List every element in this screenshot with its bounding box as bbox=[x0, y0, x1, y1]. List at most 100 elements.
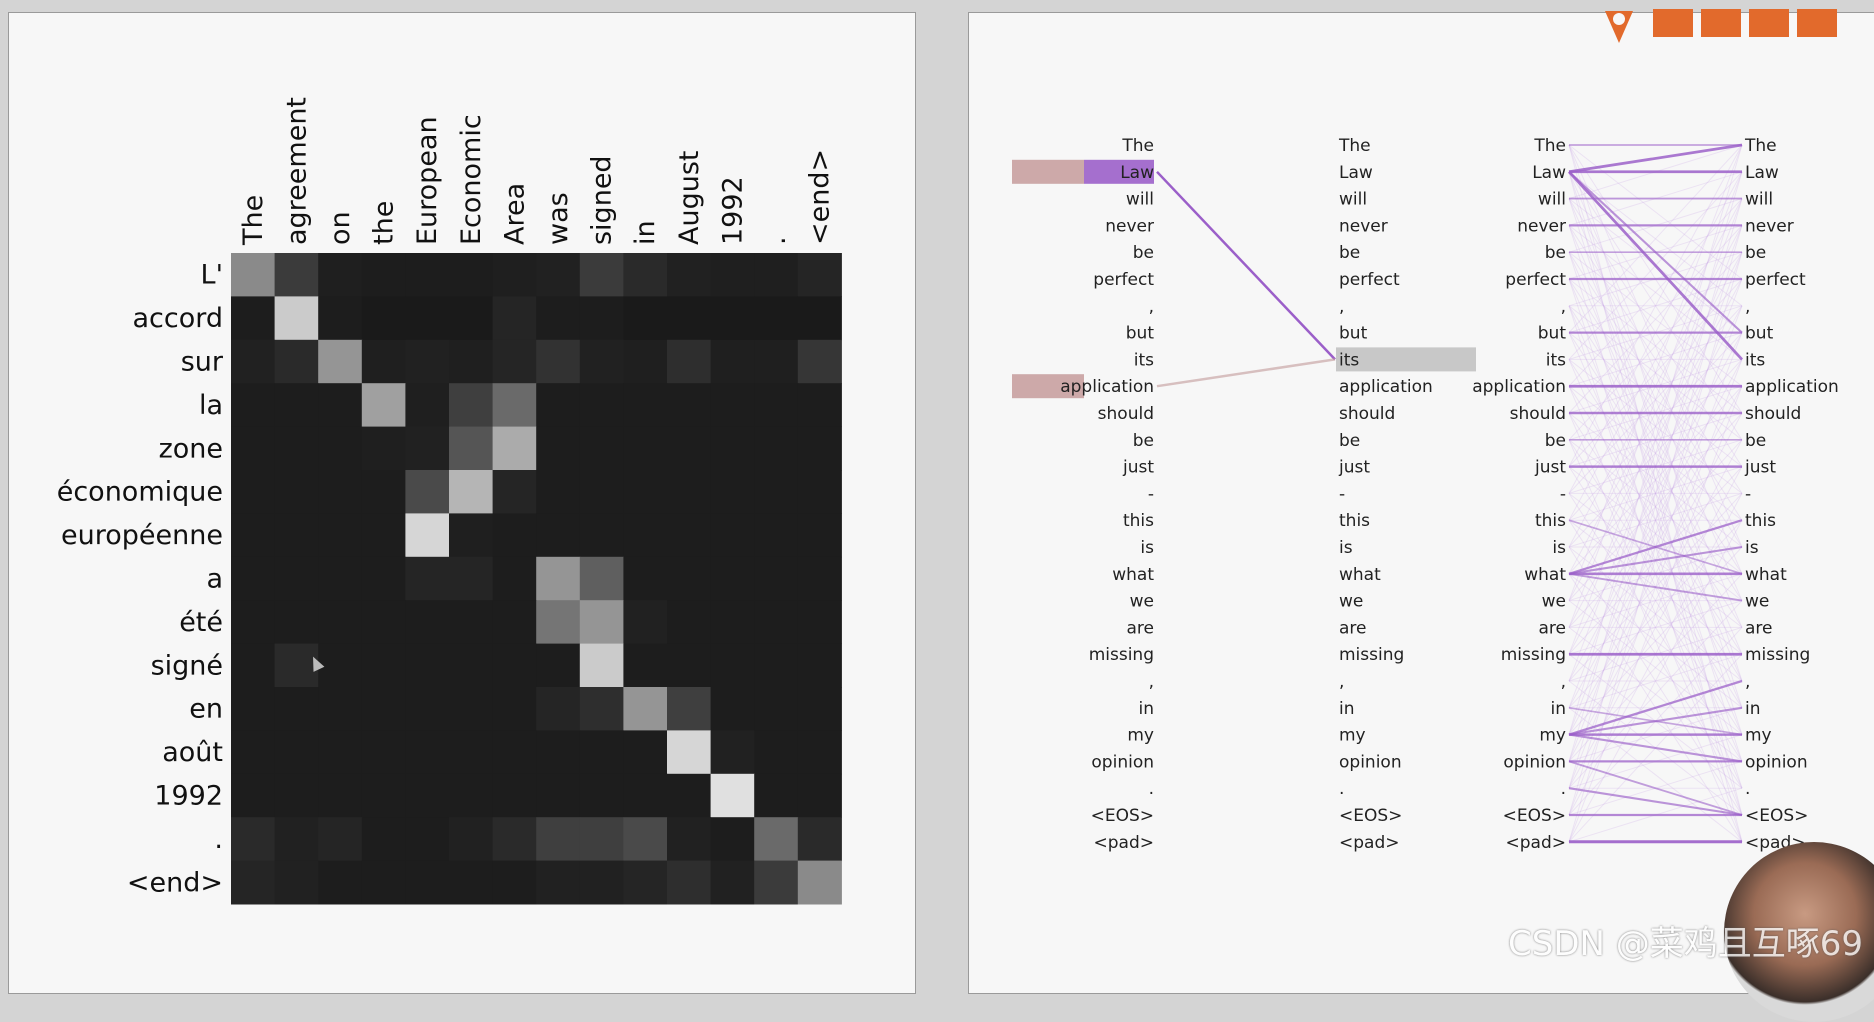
heatmap-cell bbox=[449, 383, 494, 428]
token-col1: be bbox=[1133, 431, 1154, 451]
heatmap-cell bbox=[318, 860, 363, 905]
heatmap-x-label: The bbox=[238, 195, 269, 246]
heatmap-x-label: was bbox=[543, 192, 574, 245]
heatmap-cell bbox=[231, 339, 276, 384]
heatmap-cell bbox=[318, 426, 363, 471]
token-col3: <pad> bbox=[1506, 833, 1567, 853]
token-col4: just bbox=[1744, 458, 1776, 478]
heatmap-y-label: en bbox=[189, 694, 223, 725]
token-col4: , bbox=[1745, 297, 1750, 317]
token-col1: <EOS> bbox=[1091, 806, 1154, 826]
token-col3: but bbox=[1538, 324, 1567, 344]
heatmap-cell bbox=[405, 470, 450, 514]
token-col4: never bbox=[1745, 216, 1794, 236]
heatmap-x-label: in bbox=[630, 220, 661, 245]
token-col4: this bbox=[1745, 511, 1776, 531]
heatmap-cell bbox=[231, 730, 276, 775]
token-col2: - bbox=[1339, 484, 1345, 504]
heatmap-cell bbox=[579, 687, 624, 731]
heatmap-cell bbox=[361, 383, 406, 428]
token-col1: . bbox=[1149, 779, 1154, 799]
token-col2: perfect bbox=[1339, 270, 1400, 290]
heatmap-cell bbox=[318, 600, 363, 645]
heatmap-y-label: a bbox=[206, 564, 223, 595]
heatmap-y-label: <end> bbox=[127, 867, 223, 898]
heatmap-cell bbox=[405, 730, 450, 775]
token-col3: be bbox=[1545, 431, 1566, 451]
heatmap-cell bbox=[623, 556, 668, 601]
heatmap-cell bbox=[623, 817, 668, 862]
heatmap-cell bbox=[579, 730, 624, 775]
token-col1: The bbox=[1121, 136, 1154, 156]
token-col1: application bbox=[1060, 377, 1154, 397]
heatmap-cell bbox=[405, 600, 450, 645]
heatmap-cell bbox=[710, 730, 755, 775]
token-col2: never bbox=[1339, 216, 1388, 236]
token-col4: - bbox=[1745, 484, 1751, 504]
token-col4: Law bbox=[1745, 163, 1779, 183]
heatmap-cell bbox=[710, 513, 755, 558]
token-col3: application bbox=[1472, 377, 1566, 397]
heatmap-cell bbox=[405, 817, 450, 862]
token-col2: , bbox=[1339, 297, 1344, 317]
heatmap-cell bbox=[754, 643, 799, 688]
heatmap-cell bbox=[623, 773, 668, 818]
heatmap-cell bbox=[623, 383, 668, 428]
heatmap-cell bbox=[667, 773, 712, 818]
token-col4: what bbox=[1745, 565, 1787, 585]
heatmap-cell bbox=[797, 426, 842, 471]
heatmap-cell bbox=[667, 687, 712, 731]
token-col1: what bbox=[1112, 565, 1154, 585]
token-col4: be bbox=[1745, 243, 1766, 263]
heatmap-cell bbox=[536, 817, 581, 862]
heatmap-x-label: August bbox=[674, 151, 705, 246]
heatmap-cell bbox=[274, 426, 319, 471]
heatmap-cell bbox=[231, 643, 276, 688]
heatmap-y-label: accord bbox=[132, 303, 223, 334]
heatmap-cell bbox=[536, 383, 581, 428]
token-col3: should bbox=[1510, 404, 1566, 424]
token-col1: my bbox=[1127, 726, 1154, 746]
token-col3: Law bbox=[1532, 163, 1566, 183]
heatmap-cell bbox=[536, 643, 581, 688]
heatmap-x-label: the bbox=[369, 201, 400, 245]
heatmap-cell bbox=[623, 296, 668, 341]
token-col3: my bbox=[1539, 726, 1566, 746]
heatmap-cell bbox=[536, 600, 581, 645]
heatmap-cell bbox=[536, 339, 581, 384]
heatmap-cell bbox=[754, 600, 799, 645]
heatmap-cell bbox=[405, 687, 450, 731]
token-col4: are bbox=[1745, 618, 1773, 638]
heatmap-cell bbox=[536, 426, 581, 471]
token-col2: what bbox=[1339, 565, 1381, 585]
token-col2: in bbox=[1339, 699, 1355, 719]
token-col3: - bbox=[1560, 484, 1566, 504]
heatmap-cell bbox=[667, 470, 712, 514]
heatmap-cell bbox=[405, 773, 450, 818]
heatmap-x-label: . bbox=[761, 236, 792, 245]
heatmap-cell bbox=[797, 513, 842, 558]
attention-lines-diagram: The Law will never be perfect, but its applicati… bbox=[1012, 136, 1839, 853]
heatmap-cell bbox=[579, 860, 624, 905]
heatmap-cell bbox=[579, 556, 624, 601]
heatmap-cell bbox=[536, 296, 581, 341]
heatmap-cell bbox=[579, 513, 624, 558]
heatmap-cell bbox=[579, 600, 624, 645]
attention-link bbox=[1156, 358, 1336, 388]
token-col3: The bbox=[1533, 136, 1566, 156]
heatmap-cell bbox=[361, 513, 406, 558]
token-col3: be bbox=[1545, 243, 1566, 263]
heatmap-cell bbox=[710, 643, 755, 688]
token-col2: its bbox=[1339, 350, 1359, 370]
token-col3: perfect bbox=[1505, 270, 1566, 290]
heatmap-cell bbox=[623, 730, 668, 775]
token-col2: <EOS> bbox=[1339, 806, 1402, 826]
heatmap-cell bbox=[754, 339, 799, 384]
heatmap-cell bbox=[361, 860, 406, 905]
token-col3: , bbox=[1561, 672, 1566, 692]
token-col2: Law bbox=[1339, 163, 1373, 183]
token-col2: <pad> bbox=[1339, 833, 1400, 853]
token-col1: this bbox=[1123, 511, 1154, 531]
heatmap-cell bbox=[797, 773, 842, 818]
token-col4: its bbox=[1745, 350, 1765, 370]
